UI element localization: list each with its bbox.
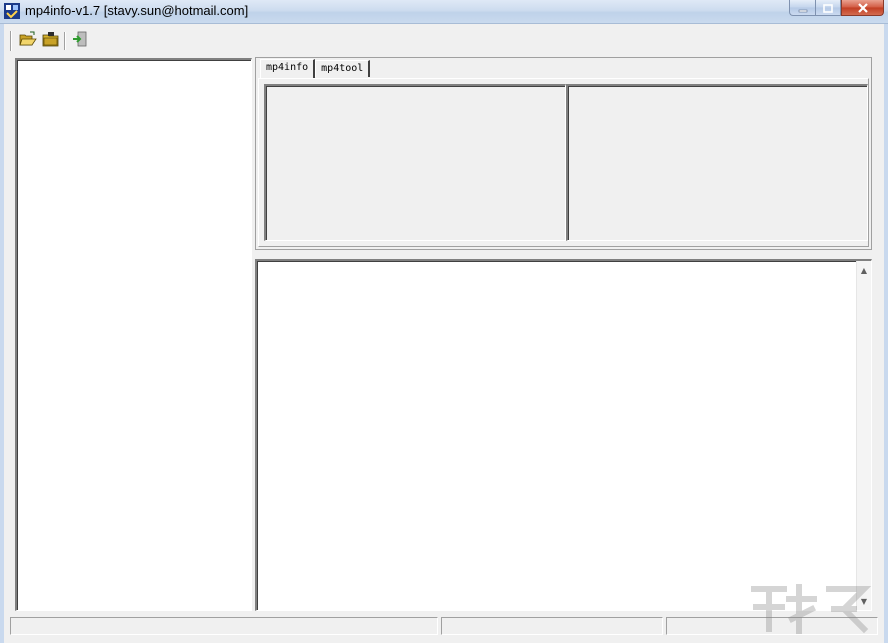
- exit-button[interactable]: [68, 30, 91, 52]
- main-window: mp4info mp4tool ▲ ▼: [0, 24, 888, 643]
- output-text-area[interactable]: ▲ ▼: [255, 259, 872, 611]
- closed-folder-icon: [42, 31, 60, 51]
- vertical-scrollbar[interactable]: ▲ ▼: [856, 261, 871, 610]
- app-icon[interactable]: [4, 3, 20, 19]
- maximize-icon: [823, 0, 833, 17]
- minimize-button[interactable]: [789, 0, 815, 16]
- open-folder-icon: [18, 31, 37, 51]
- exit-icon: [72, 31, 88, 51]
- tab-control: mp4info mp4tool: [255, 57, 872, 250]
- window-controls: [789, 0, 884, 18]
- open-folder-button[interactable]: [39, 30, 62, 52]
- info-panel-right: [566, 84, 868, 241]
- close-button[interactable]: [841, 0, 884, 16]
- open-file-button[interactable]: [16, 30, 39, 52]
- toolbar-separator: [64, 32, 66, 50]
- tab-mp4tool[interactable]: mp4tool: [315, 60, 371, 77]
- toolbar-grip[interactable]: [10, 31, 12, 51]
- watermark-logo: [744, 579, 874, 639]
- status-pane-1: [10, 617, 438, 635]
- status-pane-2: [441, 617, 663, 635]
- title-bar: mp4info-v1.7 [stavy.sun@hotmail.com]: [0, 0, 888, 24]
- window-title: mp4info-v1.7 [stavy.sun@hotmail.com]: [25, 3, 249, 18]
- close-icon: [857, 0, 869, 17]
- file-tree-view[interactable]: [15, 58, 252, 611]
- tab-mp4info[interactable]: mp4info: [260, 59, 316, 78]
- maximize-button[interactable]: [815, 0, 841, 16]
- minimize-icon: [798, 0, 808, 17]
- scroll-up-arrow-icon: ▲: [860, 265, 868, 275]
- info-panel-left: [264, 84, 566, 241]
- tab-page-mp4info: [258, 78, 869, 247]
- scroll-up-button[interactable]: ▲: [857, 263, 871, 277]
- tab-strip: mp4info mp4tool: [260, 59, 371, 78]
- toolbar: [10, 28, 91, 54]
